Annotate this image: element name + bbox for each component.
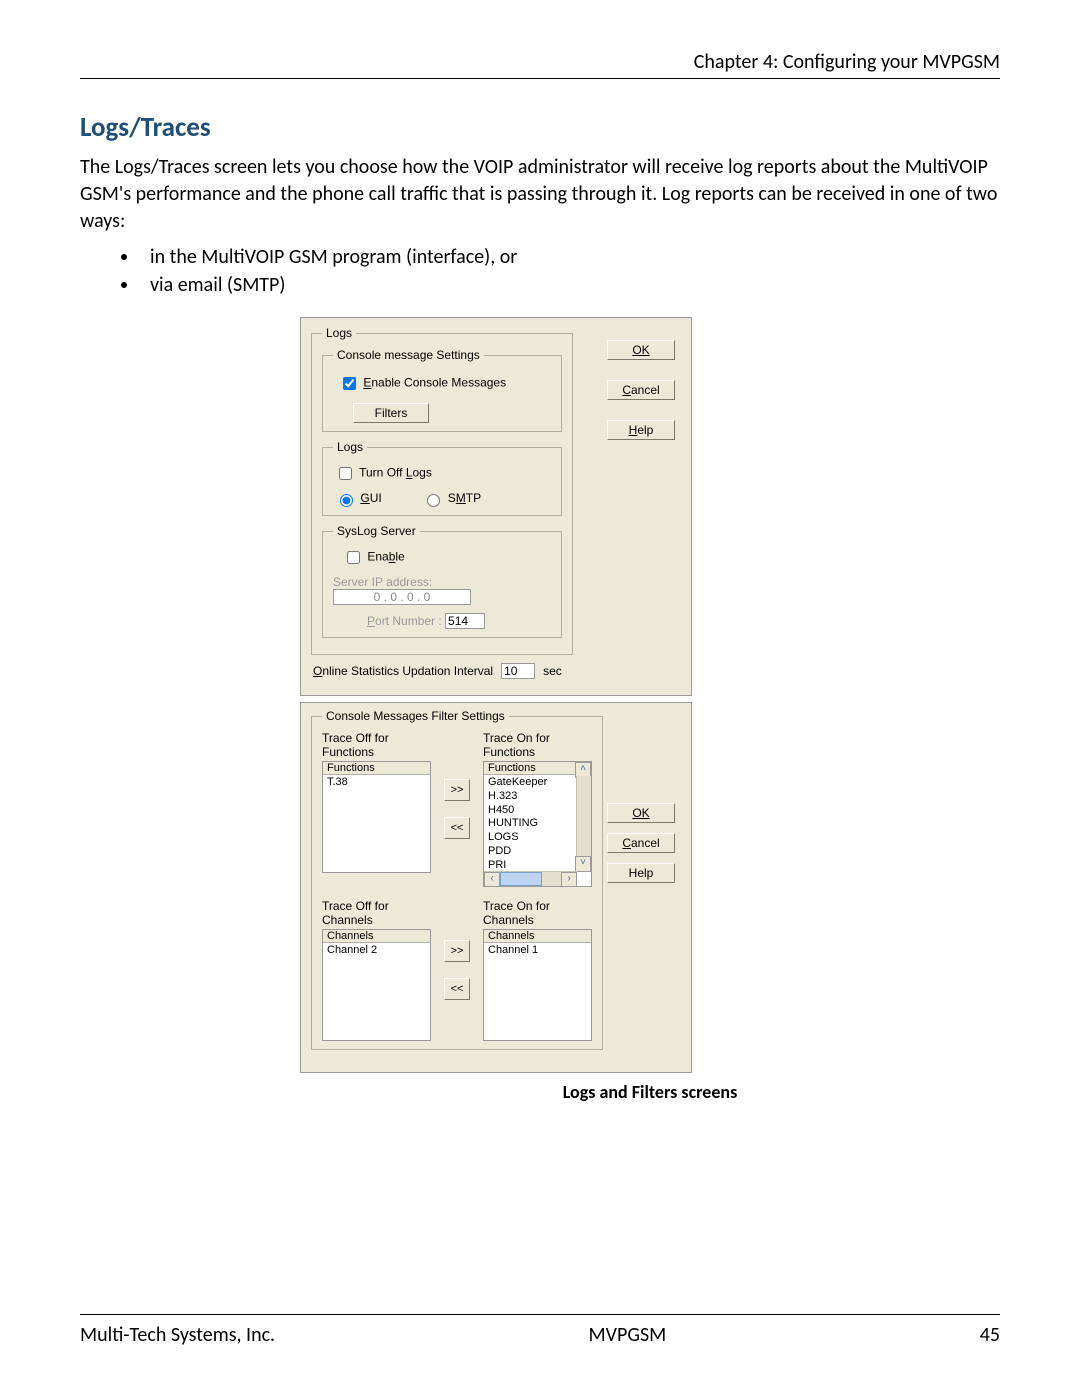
logs-outer-group: Logs Console message Settings Enable Con… xyxy=(311,326,573,655)
logs-dialog: OK Cancel Help Logs Console message Sett… xyxy=(300,317,692,696)
footer-company: Multi-Tech Systems, Inc. xyxy=(80,1323,275,1347)
footer-product: MVPGSM xyxy=(589,1323,667,1347)
list-header: Functions xyxy=(323,762,430,775)
scroll-left-icon[interactable]: ‹ xyxy=(484,872,500,887)
console-legend: Console message Settings xyxy=(333,348,484,362)
footer-page-number: 45 xyxy=(980,1323,1000,1347)
smtp-radio[interactable] xyxy=(427,494,440,507)
ok-button-2[interactable]: OK xyxy=(607,803,675,823)
move-left-button[interactable]: << xyxy=(444,817,470,839)
move-left-button-2[interactable]: << xyxy=(444,978,470,1000)
stats-interval-input[interactable] xyxy=(501,663,535,679)
help-button-2[interactable]: Help xyxy=(607,863,675,883)
stats-interval-label: Online Statistics Updation Interval xyxy=(313,664,493,678)
list-item[interactable]: H450 xyxy=(488,804,575,818)
trace-on-channels-list[interactable]: Channels Channel 1 xyxy=(483,929,592,1041)
trace-off-channels-label: Trace Off for Channels xyxy=(322,899,431,927)
list-header: Channels xyxy=(484,930,591,943)
sec-label: sec xyxy=(543,664,562,678)
enable-console-checkbox[interactable] xyxy=(343,377,356,390)
enable-console-label: Enable Console Messages xyxy=(363,376,506,390)
filters-button[interactable]: Filters xyxy=(353,403,429,423)
smtp-label: SMTP xyxy=(448,491,481,505)
trace-on-functions-list[interactable]: ˄ ˅ ‹ › Functions GateKeeper H. xyxy=(483,761,592,887)
cancel-button-2[interactable]: Cancel xyxy=(607,833,675,853)
list-item[interactable]: Channel 1 xyxy=(484,943,591,959)
trace-on-functions-label: Trace On for Functions xyxy=(483,731,592,759)
trace-off-functions-label: Trace Off for Functions xyxy=(322,731,431,759)
filters-dialog: OK Cancel Help Console Messages Filter S… xyxy=(300,702,692,1073)
syslog-enable-label: Enable xyxy=(367,550,404,564)
trace-off-channels-list[interactable]: Channels Channel 2 xyxy=(322,929,431,1041)
section-title: Logs/Traces xyxy=(80,111,1000,144)
logs-inner-legend: Logs xyxy=(333,440,367,454)
syslog-legend: SysLog Server xyxy=(333,524,420,538)
list-item[interactable]: H.323 xyxy=(488,790,575,804)
logs-inner-group: Logs Turn Off Logs GUI SMTP xyxy=(322,440,562,516)
figure-caption: Logs and Filters screens xyxy=(300,1081,1000,1103)
port-number-input[interactable] xyxy=(445,613,485,629)
cancel-button[interactable]: Cancel xyxy=(607,380,675,400)
list-item[interactable]: PDD xyxy=(488,845,575,859)
syslog-group: SysLog Server Enable Server IP address: … xyxy=(322,524,562,638)
list-item[interactable]: T.38 xyxy=(323,775,430,791)
list-item[interactable]: GateKeeper xyxy=(488,776,575,790)
console-settings-group: Console message Settings Enable Console … xyxy=(322,348,562,432)
logs-legend: Logs xyxy=(322,326,356,340)
port-number-label: Port Number : xyxy=(367,614,442,628)
syslog-enable-checkbox[interactable] xyxy=(347,551,360,564)
header-rule xyxy=(80,78,1000,79)
scroll-down-icon[interactable]: ˅ xyxy=(575,856,591,872)
list-item[interactable]: HUNTING xyxy=(488,817,575,831)
list-header: Channels xyxy=(323,930,430,943)
trace-off-functions-list[interactable]: Functions T.38 xyxy=(322,761,431,873)
filter-settings-legend: Console Messages Filter Settings xyxy=(322,709,509,723)
ok-button[interactable]: OK xyxy=(607,340,675,360)
scrollbar-horizontal[interactable]: ‹ › xyxy=(484,871,577,886)
filter-settings-group: Console Messages Filter Settings Trace O… xyxy=(311,709,603,1050)
trace-on-channels-label: Trace On for Channels xyxy=(483,899,592,927)
scroll-right-icon[interactable]: › xyxy=(561,872,577,887)
scroll-thumb[interactable] xyxy=(500,872,542,886)
list-item[interactable]: LOGS xyxy=(488,831,575,845)
bullet-item-2: via email (SMTP) xyxy=(140,273,1000,297)
gui-radio[interactable] xyxy=(340,494,353,507)
move-right-button[interactable]: >> xyxy=(444,779,470,801)
turn-off-logs-checkbox[interactable] xyxy=(339,467,352,480)
footer-rule xyxy=(80,1314,1000,1315)
bullet-item-1: in the MultiVOIP GSM program (interface)… xyxy=(140,245,1000,269)
move-right-button-2[interactable]: >> xyxy=(444,940,470,962)
list-item[interactable]: Channel 2 xyxy=(323,943,430,959)
server-ip-label: Server IP address: xyxy=(333,575,432,589)
chapter-header: Chapter 4: Configuring your MVPGSM xyxy=(80,50,1000,74)
gui-label: GUI xyxy=(360,491,381,505)
turn-off-logs-label: Turn Off Logs xyxy=(359,466,432,480)
server-ip-input[interactable]: 0 . 0 . 0 . 0 xyxy=(333,589,471,605)
help-button[interactable]: Help xyxy=(607,420,675,440)
intro-paragraph: The Logs/Traces screen lets you choose h… xyxy=(80,154,1000,235)
